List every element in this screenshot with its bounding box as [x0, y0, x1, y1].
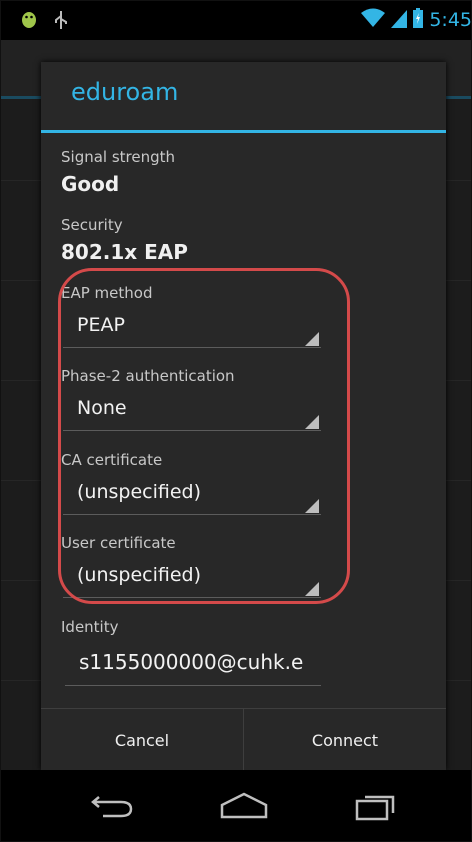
dialog-button-bar: Cancel Connect — [41, 708, 446, 771]
highlight-outline — [58, 268, 350, 604]
identity-label: Identity — [61, 618, 119, 636]
identity-value: s1155000000@cuhk.e — [79, 650, 304, 674]
back-icon[interactable] — [82, 788, 142, 824]
security-value: 802.1x EAP — [61, 240, 188, 264]
home-icon[interactable] — [214, 788, 274, 824]
signal-strength-label: Signal strength — [61, 148, 176, 166]
connect-button[interactable]: Connect — [244, 709, 446, 771]
dialog-title: eduroam — [71, 78, 179, 106]
status-time: 5:45 — [429, 9, 472, 31]
input-underline — [65, 685, 321, 686]
wifi-icon — [361, 8, 386, 32]
cancel-button[interactable]: Cancel — [41, 709, 243, 771]
signal-icon — [391, 8, 408, 32]
security-label: Security — [61, 216, 123, 234]
navigation-bar — [0, 770, 472, 842]
battery-icon — [413, 8, 424, 32]
recent-apps-icon[interactable] — [346, 788, 406, 824]
identity-input[interactable]: s1155000000@cuhk.e — [65, 642, 321, 686]
usb-icon — [54, 10, 68, 34]
title-divider — [41, 130, 446, 133]
signal-strength-value: Good — [61, 172, 120, 196]
status-bar: 5:45 — [0, 0, 472, 40]
android-icon — [20, 10, 38, 34]
